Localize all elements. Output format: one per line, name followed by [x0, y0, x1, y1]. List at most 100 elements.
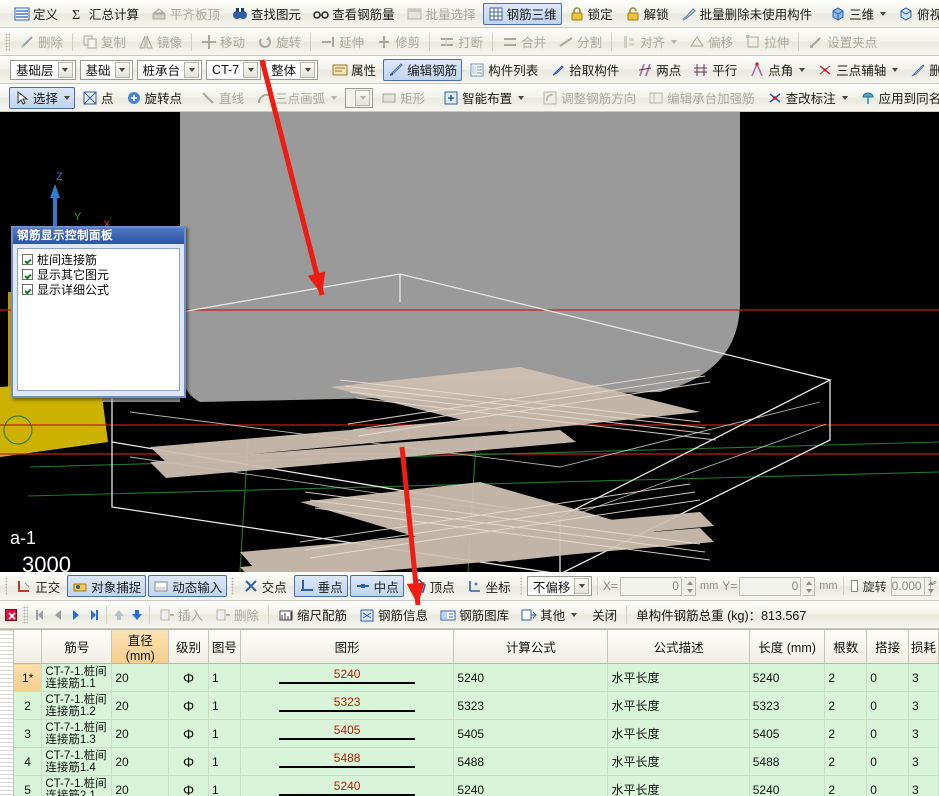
- cell-shape-number[interactable]: 1: [208, 691, 241, 720]
- cell-length[interactable]: 5488: [749, 747, 826, 776]
- cell-diameter[interactable]: 20: [111, 691, 170, 720]
- column-header-shapeno[interactable]: 图号: [208, 630, 241, 664]
- cell-shape-number[interactable]: 1: [208, 775, 241, 796]
- rotate-stepper[interactable]: [924, 576, 934, 596]
- combo-draw-empty[interactable]: [345, 87, 374, 108]
- combo-dropdown-button[interactable]: [57, 61, 73, 78]
- cell-desc[interactable]: 水平长度: [607, 747, 750, 776]
- chevron-down-icon[interactable]: [571, 612, 578, 617]
- cell-formula[interactable]: 5488: [453, 747, 609, 776]
- toolbar-item-钢筋图库[interactable]: 钢筋图库: [435, 604, 514, 626]
- toolbar-item-拾取构件[interactable]: 拾取构件: [545, 59, 624, 81]
- cell-level[interactable]: Φ: [168, 747, 209, 776]
- cell-loss[interactable]: 3: [908, 663, 939, 692]
- toolbar-item-构件列表[interactable]: 构件列表: [464, 59, 543, 81]
- toolbar-item-应用到同名承台[interactable]: 应用到同名承台: [855, 87, 939, 109]
- rebar-display-control-panel[interactable]: 钢筋显示控制面板 桩间连接筋 显示其它图元 显示详细公式: [11, 226, 186, 398]
- chevron-down-icon[interactable]: [578, 584, 585, 588]
- toolbar-drag-handle[interactable]: [5, 32, 10, 51]
- cell-diameter[interactable]: 20: [111, 719, 170, 748]
- cell-length[interactable]: 5323: [749, 691, 826, 720]
- toolbar-item-平行[interactable]: 平行: [688, 59, 742, 81]
- row-index-cell[interactable]: 5: [13, 775, 43, 796]
- cell-shape[interactable]: 5488: [240, 747, 455, 776]
- cell-desc[interactable]: 水平长度: [607, 719, 750, 748]
- cell-desc[interactable]: 水平长度: [607, 663, 750, 692]
- cell-count[interactable]: 2: [824, 719, 868, 748]
- 3d-viewport[interactable]: Z X Y a-1 3000 15500 6-3 9 钢筋显示控制面板 桩间连接…: [0, 112, 939, 572]
- row-index-cell[interactable]: 4: [13, 747, 43, 776]
- toolbar-item-编辑钢筋[interactable]: 编辑钢筋: [383, 58, 463, 81]
- table-row[interactable]: 3 CT-7-1.桩间 连接筋1.3 20 Φ 1 5405 5405 水平长度 5405 2 0 3: [13, 719, 939, 748]
- toolbar-drag-handle[interactable]: [231, 577, 234, 595]
- cell-count[interactable]: 2: [824, 663, 868, 692]
- table-row[interactable]: 5 CT-7-1.桩间 连接筋2.1 20 Φ 1 5240 5240 水平长度 5240 2 0 3: [13, 775, 939, 796]
- snap-mode-ortho[interactable]: 正交: [11, 575, 65, 597]
- cell-formula[interactable]: 5323: [453, 691, 609, 720]
- toolbar-item-两点[interactable]: 两点: [632, 59, 686, 81]
- chevron-down-icon[interactable]: [62, 67, 69, 72]
- snap-vertex[interactable]: 顶点: [406, 575, 460, 597]
- chevron-down-icon[interactable]: [671, 39, 678, 44]
- toolbar-item-点角[interactable]: 点角: [744, 59, 810, 81]
- cell-name[interactable]: CT-7-1.桩间 连接筋1.4: [41, 747, 113, 776]
- cell-desc[interactable]: 水平长度: [607, 691, 750, 720]
- cell-shape-number[interactable]: 1: [208, 747, 241, 776]
- toolbar-item-三维[interactable]: 三维: [825, 3, 891, 25]
- chevron-down-icon[interactable]: [841, 95, 848, 100]
- chevron-down-icon[interactable]: [331, 95, 338, 100]
- cell-count[interactable]: 2: [824, 691, 868, 720]
- toolbar-item-选择[interactable]: 选择: [9, 86, 76, 109]
- row-index-cell[interactable]: 2: [13, 691, 43, 720]
- cell-formula[interactable]: 5240: [453, 663, 609, 692]
- cell-length[interactable]: 5240: [749, 775, 826, 796]
- column-header-dia[interactable]: 直径 (mm): [111, 630, 170, 664]
- cell-name[interactable]: CT-7-1.桩间 连接筋1.2: [41, 691, 113, 720]
- toolbar-item-属性[interactable]: 属性: [327, 59, 381, 81]
- combo-dropdown-button[interactable]: [574, 578, 590, 594]
- nav-up-button[interactable]: [110, 607, 128, 623]
- cell-desc[interactable]: 水平长度: [607, 775, 750, 796]
- toolbar-drag-handle[interactable]: [519, 577, 522, 595]
- checkbox[interactable]: [22, 269, 33, 280]
- cell-shape[interactable]: 5405: [240, 719, 455, 748]
- y-input[interactable]: 0: [739, 576, 802, 596]
- combo-component-type[interactable]: 桩承台: [136, 59, 203, 80]
- chevron-down-icon[interactable]: [64, 95, 71, 100]
- toolbar-item-解锁[interactable]: 解锁: [620, 3, 674, 25]
- cell-loss[interactable]: 3: [908, 719, 939, 748]
- snap-intersection[interactable]: 交点: [238, 575, 292, 597]
- toolbar-item-钢筋三维[interactable]: 钢筋三维: [482, 2, 562, 25]
- snap-coordinate[interactable]: 坐标: [462, 575, 516, 597]
- toolbar-item-俯视[interactable]: 俯视: [893, 3, 939, 25]
- chevron-down-icon[interactable]: [304, 67, 311, 72]
- x-input-stepper[interactable]: [683, 576, 696, 596]
- snap-midpoint[interactable]: 中点: [349, 575, 404, 597]
- combo-dropdown-button[interactable]: [300, 61, 316, 78]
- offset-mode-combo[interactable]: 不偏移: [526, 576, 593, 596]
- nav-first-button[interactable]: [31, 607, 49, 623]
- column-header-name[interactable]: 筋号: [41, 630, 113, 664]
- toolbar-item-查找图元[interactable]: 查找图元: [227, 3, 306, 25]
- chevron-down-icon[interactable]: [799, 67, 806, 72]
- cell-count[interactable]: 2: [824, 775, 868, 796]
- toolbar-item-旋转点[interactable]: 旋转点: [121, 87, 188, 109]
- column-header-length[interactable]: 长度 (mm): [749, 630, 826, 664]
- cell-name[interactable]: CT-7-1.桩间 连接筋1.1: [41, 663, 113, 692]
- column-header-count[interactable]: 根数: [824, 630, 868, 664]
- cell-loss[interactable]: 3: [908, 747, 939, 776]
- checkbox[interactable]: [22, 254, 33, 265]
- toolbar-item-关闭[interactable]: 关闭: [584, 604, 622, 626]
- toolbar-item-三点辅轴[interactable]: 三点辅轴: [812, 59, 903, 81]
- table-row[interactable]: 2 CT-7-1.桩间 连接筋1.2 20 Φ 1 5323 5323 水平长度 5323 2 0 3: [13, 691, 939, 720]
- cell-length[interactable]: 5240: [749, 663, 826, 692]
- combo-component[interactable]: CT-7: [206, 59, 262, 80]
- cell-lap[interactable]: 0: [866, 719, 909, 748]
- combo-dropdown-button[interactable]: [243, 61, 259, 78]
- row-resize-grip[interactable]: [0, 630, 14, 796]
- chevron-down-icon[interactable]: [518, 95, 525, 100]
- toolbar-item-点[interactable]: 点: [77, 87, 119, 109]
- chevron-down-icon[interactable]: [247, 67, 254, 72]
- combo-dropdown-button[interactable]: [114, 61, 130, 78]
- cell-lap[interactable]: 0: [866, 691, 909, 720]
